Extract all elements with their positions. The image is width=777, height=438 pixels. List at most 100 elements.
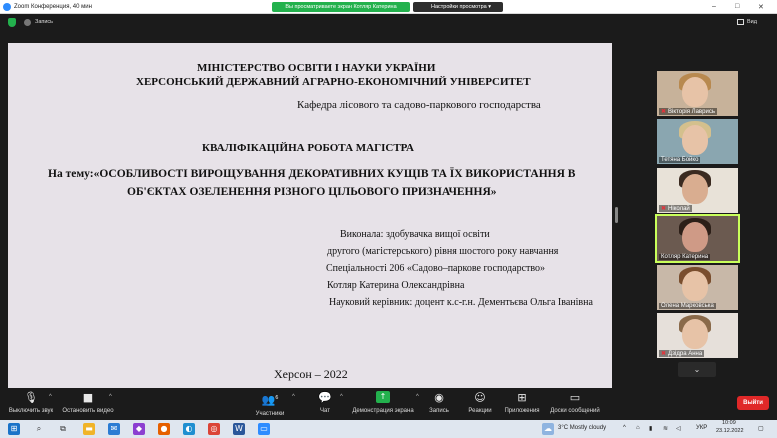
- language-indicator[interactable]: УКР: [696, 425, 707, 431]
- reactions-button[interactable]: ☺ Реакции: [464, 391, 496, 414]
- participant-name: Ніколай: [668, 205, 690, 212]
- department-text: Кафедра лісового та садово-паркового гос…: [297, 99, 541, 111]
- chrome-icon[interactable]: ◎: [208, 423, 220, 435]
- scroll-down-participants-button[interactable]: ⌄: [678, 362, 716, 377]
- whiteboards-button[interactable]: ▭ Доски сообщений: [547, 391, 603, 414]
- task-view-icon[interactable]: ⧉: [57, 423, 69, 435]
- minimize-icon[interactable]: –: [712, 3, 716, 10]
- chat-options-chevron-icon[interactable]: ^: [340, 394, 343, 400]
- chat-button[interactable]: 💬 Чат: [314, 391, 336, 414]
- participant-face: [682, 222, 708, 252]
- word-icon[interactable]: W: [233, 423, 245, 435]
- author-line: Науковий керівник: доцент к.с-г.н. Демен…: [329, 297, 593, 308]
- leave-meeting-button[interactable]: Выйти: [737, 396, 769, 410]
- apps-icon: ⊞: [517, 391, 527, 404]
- participants-icon: 👥6: [261, 393, 279, 407]
- clock-date[interactable]: 23.12.2022: [716, 428, 744, 434]
- participants-options-chevron-icon[interactable]: ^: [292, 394, 295, 400]
- stop-video-button[interactable]: ■ Остановить видео: [60, 391, 116, 414]
- record-label: Запись: [429, 408, 449, 414]
- view-button[interactable]: Вид: [747, 19, 757, 25]
- participants-count: 6: [275, 395, 279, 401]
- weather-icon: ☁: [542, 423, 554, 435]
- record-icon: [24, 19, 31, 26]
- audio-options-chevron-icon[interactable]: ^: [49, 394, 52, 400]
- firefox-icon[interactable]: ●: [158, 423, 170, 435]
- participants-label: Участники: [255, 410, 285, 417]
- ministry-heading: МІНІСТЕРСТВО ОСВІТИ І НАУКИ УКРАЇНИ: [197, 62, 436, 74]
- share-options-chevron-icon[interactable]: ^: [416, 394, 419, 400]
- whiteboards-label: Доски сообщений: [550, 408, 600, 414]
- participant-name: Олена Марковська: [661, 303, 714, 309]
- participant-tile[interactable]: Тетяна Бойко: [657, 119, 738, 164]
- maximize-icon[interactable]: □: [735, 3, 739, 10]
- mic-muted-icon: ✖: [661, 351, 667, 357]
- participant-tile[interactable]: ✖ Вікторія Лаврись: [657, 71, 738, 116]
- participant-tile[interactable]: ✖ Дзідра Анна: [657, 313, 738, 358]
- participant-name: Дзідра Анна: [668, 350, 703, 357]
- whiteboard-icon: ▭: [569, 391, 581, 404]
- shared-screen-slide: МІНІСТЕРСТВО ОСВІТИ І НАУКИ УКРАЇНИ ХЕРС…: [8, 43, 612, 388]
- search-icon[interactable]: ⌕: [33, 423, 45, 435]
- share-screen-button[interactable]: ↑ Демонстрация экрана: [351, 391, 415, 414]
- participant-tile[interactable]: ✖ Ніколай: [657, 168, 738, 213]
- app-icon[interactable]: ◆: [133, 423, 145, 435]
- reactions-label: Реакции: [468, 408, 492, 414]
- title-bar: Zoom Конференция, 40 мин Вы просматривае…: [0, 0, 777, 14]
- close-icon[interactable]: ✕: [758, 3, 764, 11]
- recording-label: Запись: [35, 19, 54, 25]
- participant-tile[interactable]: Олена Марковська: [657, 265, 738, 310]
- participant-tile-active[interactable]: Котляр Катерина: [655, 214, 740, 263]
- author-line: Виконала: здобувачка вищої освіти: [340, 229, 490, 240]
- security-shield-icon[interactable]: [8, 18, 16, 27]
- topic-line-2: ОБ'ЄКТАХ ОЗЕЛЕНЕННЯ РІЗНОГО ЦІЛЬОВОГО ПР…: [127, 186, 497, 198]
- chevron-down-icon: ▾: [488, 4, 491, 10]
- view-options-button[interactable]: Настройки просмотра ▾: [413, 2, 503, 12]
- chevron-down-icon: ⌄: [693, 365, 701, 374]
- author-line: Котляр Катерина Олександрівна: [327, 280, 465, 291]
- zoom-window: Zoom Конференция, 40 мин Вы просматривае…: [0, 0, 777, 438]
- weather-text[interactable]: 3°C Mostly cloudy: [558, 425, 606, 431]
- participant-face: [682, 271, 708, 301]
- wifi-icon[interactable]: ≋: [663, 425, 668, 432]
- participant-name-tag: Олена Марковська: [659, 303, 716, 309]
- record-icon: ◉: [434, 391, 444, 404]
- participant-face: [682, 174, 708, 204]
- reactions-icon: ☺: [474, 391, 486, 404]
- mic-muted-icon: ✖: [661, 109, 667, 115]
- participant-name-tag: Тетяна Бойко: [659, 157, 701, 163]
- zoom-taskbar-icon[interactable]: ▭: [258, 423, 270, 435]
- meeting-toolbar: 🎙 Выключить звук ^ ■ Остановить видео ^ …: [0, 389, 777, 420]
- city-year-text: Херсон – 2022: [274, 367, 348, 381]
- participant-name-tag: ✖ Дзідра Анна: [659, 350, 705, 357]
- resize-handle[interactable]: [615, 207, 618, 223]
- video-options-chevron-icon[interactable]: ^: [109, 394, 112, 400]
- battery-icon[interactable]: ▮: [649, 425, 652, 432]
- windows-start-icon[interactable]: ⊞: [8, 423, 20, 435]
- tray-chevron-icon[interactable]: ^: [623, 425, 626, 431]
- apps-button[interactable]: ⊞ Приложения: [502, 391, 542, 414]
- participant-name: Котляр Катерина: [661, 254, 709, 260]
- author-line: Спеціальності 206 «Садово–паркове господ…: [326, 263, 546, 274]
- notifications-icon[interactable]: ▢: [758, 425, 764, 432]
- author-line: другого (магістерського) рівня шостого р…: [327, 246, 559, 257]
- windows-taskbar: ⊞ ⌕ ⧉ ▬ ✉ ◆ ● ◐ ◎ W ▭ ☁ 3°C Mostly cloud…: [0, 420, 777, 438]
- topic-line-1: На тему:«ОСОБЛИВОСТІ ВИРОЩУВАННЯ ДЕКОРАТ…: [48, 168, 576, 180]
- record-button[interactable]: ◉ Запись: [426, 391, 452, 414]
- grid-view-icon[interactable]: [737, 19, 744, 25]
- participant-face: [682, 319, 708, 349]
- participant-face: [682, 77, 708, 107]
- participant-name-tag: Котляр Катерина: [659, 254, 711, 260]
- network-icon[interactable]: ⌂: [636, 425, 640, 431]
- mail-icon[interactable]: ✉: [108, 423, 120, 435]
- participant-name-tag: ✖ Вікторія Лаврись: [659, 108, 717, 115]
- participant-face: [682, 125, 708, 155]
- edge-icon[interactable]: ◐: [183, 423, 195, 435]
- file-explorer-icon[interactable]: ▬: [83, 423, 95, 435]
- participants-button[interactable]: 👥6 Участники: [252, 391, 288, 417]
- work-type-heading: КВАЛІФІКАЦІЙНА РОБОТА МАГІСТРА: [202, 142, 414, 154]
- participant-name: Тетяна Бойко: [661, 157, 699, 163]
- volume-icon[interactable]: ◁: [676, 425, 681, 432]
- screen-share-banner: Вы просматриваете экран Котляр Катерина: [272, 2, 410, 12]
- clock-time[interactable]: 10:09: [722, 420, 736, 426]
